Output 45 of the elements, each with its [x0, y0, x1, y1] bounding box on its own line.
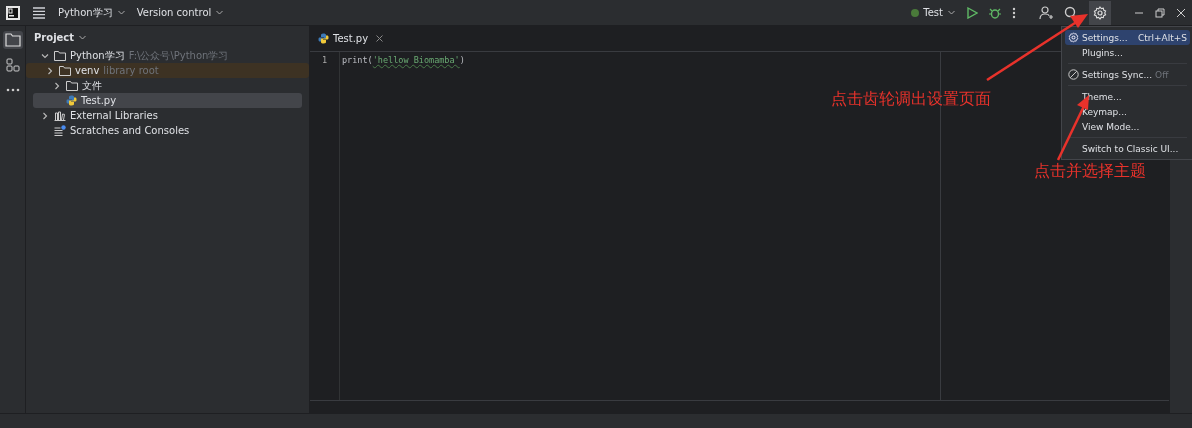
- chevron-down-icon: [79, 34, 87, 40]
- code-line: print('hellow Biomamba'): [342, 55, 466, 67]
- tree-item[interactable]: Test.py: [33, 93, 302, 108]
- scratches-icon: [54, 125, 66, 136]
- menu-item[interactable]: Settings... Ctrl+Alt+S: [1065, 30, 1190, 45]
- menu-item[interactable]: Settings Sync... Off: [1065, 67, 1190, 82]
- vcs-selector[interactable]: Version control: [136, 7, 224, 18]
- tree-item[interactable]: venv library root: [26, 63, 309, 78]
- menu-icon[interactable]: [32, 6, 46, 19]
- folder-icon: [54, 50, 66, 61]
- menu-item[interactable]: Plugins...: [1065, 45, 1190, 60]
- close-tab-icon[interactable]: [376, 35, 384, 42]
- annotation-text: 点击并选择主题: [1034, 161, 1146, 182]
- settings-button[interactable]: [1089, 0, 1111, 25]
- library-icon: [54, 110, 66, 121]
- restore-icon[interactable]: [1155, 7, 1165, 18]
- more-icon[interactable]: [5, 88, 20, 92]
- debug-icon[interactable]: [989, 6, 1001, 19]
- annotation-text: 点击齿轮调出设置页面: [831, 89, 991, 110]
- chevron-down-icon: [948, 10, 955, 15]
- editor-tab[interactable]: Test.py: [318, 33, 369, 44]
- project-panel-title[interactable]: Project: [26, 32, 87, 48]
- line-number: 1: [321, 55, 328, 67]
- disabled-icon: [1068, 69, 1079, 80]
- run-icon[interactable]: [966, 6, 978, 19]
- close-icon[interactable]: [1176, 7, 1186, 18]
- tree-item[interactable]: Python学习 F:\公众号\Python学习: [33, 48, 302, 63]
- add-user-icon[interactable]: [1039, 5, 1053, 20]
- tree-item[interactable]: 文件: [33, 78, 302, 93]
- menu-item[interactable]: View Mode...: [1065, 119, 1190, 134]
- run-config-selector[interactable]: Test: [910, 7, 955, 18]
- menu-item[interactable]: Switch to Classic UI...: [1065, 141, 1190, 156]
- folder-icon: [66, 80, 78, 91]
- menu-item[interactable]: Keymap...: [1065, 104, 1190, 119]
- folder-tool-button[interactable]: [2, 31, 23, 49]
- settings-icon: [1068, 32, 1079, 43]
- tree-item[interactable]: External Libraries: [33, 108, 302, 123]
- app-logo-icon[interactable]: [6, 5, 20, 20]
- folder-icon: [59, 65, 71, 76]
- chevron-down-icon: [117, 10, 125, 15]
- chevron-down-icon: [216, 10, 224, 15]
- menu-item[interactable]: Theme...: [1065, 89, 1190, 104]
- tree-item[interactable]: Scratches and Consoles: [33, 123, 302, 138]
- more-icon[interactable]: [1012, 6, 1016, 19]
- project-selector[interactable]: Python学习: [58, 5, 125, 20]
